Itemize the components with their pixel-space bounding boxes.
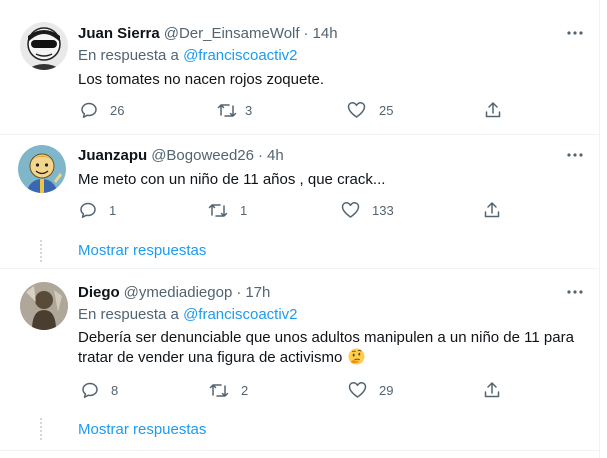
thread-line	[40, 240, 42, 262]
like-button[interactable]: 25	[347, 100, 393, 120]
reply-handle[interactable]: @franciscoactiv2	[183, 47, 297, 64]
more-icon[interactable]	[566, 146, 584, 164]
like-count: 25	[379, 102, 394, 118]
retweet-button[interactable]: 3	[217, 100, 252, 120]
tweet-text: Debería ser denunciable que unos adultos…	[78, 328, 578, 368]
dot-separator: ·	[236, 283, 242, 301]
reply-button[interactable]: 26	[80, 100, 124, 120]
retweet-count: 3	[245, 102, 253, 118]
retweet-count: 2	[241, 382, 249, 398]
divider	[0, 134, 600, 135]
divider	[0, 268, 600, 269]
tweet-time[interactable]: 14h	[313, 25, 338, 42]
reply-context: En respuesta a @franciscoactiv2	[78, 306, 298, 323]
show-replies-link[interactable]: Mostrar respuestas	[78, 242, 206, 259]
like-count: 29	[379, 382, 394, 398]
user-name[interactable]: Juan Sierra	[78, 25, 160, 42]
tweet-text-line: Debería ser denunciable que unos adultos…	[78, 329, 574, 346]
share-icon	[485, 102, 501, 118]
reply-icon	[80, 202, 96, 218]
tweet-text: Los tomates no nacen rojos zoquete.	[78, 71, 324, 88]
column-border	[599, 0, 600, 458]
like-count: 133	[372, 202, 394, 218]
user-name[interactable]: Diego	[78, 284, 120, 301]
like-button[interactable]: 133	[341, 200, 394, 220]
share-button[interactable]	[483, 200, 501, 220]
avatar[interactable]	[20, 22, 68, 70]
like-icon	[341, 202, 360, 218]
share-icon	[484, 202, 500, 218]
retweet-button[interactable]: 2	[209, 380, 248, 400]
reply-prefix: En respuesta a	[78, 306, 179, 323]
tweet-header: Juanzapu @Bogoweed26 · 4h	[78, 145, 284, 165]
reply-context: En respuesta a @franciscoactiv2	[78, 47, 298, 64]
user-name[interactable]: Juanzapu	[78, 147, 147, 164]
avatar[interactable]	[18, 145, 66, 193]
tweet-time[interactable]: 17h	[245, 284, 270, 301]
reply-handle[interactable]: @franciscoactiv2	[183, 306, 297, 323]
share-icon	[484, 382, 500, 398]
dot-separator: ·	[303, 24, 309, 42]
retweet-icon	[209, 384, 229, 397]
share-button[interactable]	[483, 380, 501, 400]
thread-line	[40, 418, 42, 440]
reply-prefix: En respuesta a	[78, 47, 179, 64]
retweet-icon	[208, 204, 228, 217]
share-button[interactable]	[484, 100, 502, 120]
retweet-icon	[217, 104, 237, 117]
thinking-emoji	[348, 348, 366, 365]
tweet-text-line-wrap: tratar de vender una figura de activismo	[78, 348, 578, 368]
user-handle[interactable]: @ymediadiegop	[124, 284, 233, 301]
dot-separator: ·	[258, 146, 263, 164]
like-icon	[347, 102, 366, 118]
reply-icon	[81, 102, 97, 118]
show-replies-link[interactable]: Mostrar respuestas	[78, 421, 206, 438]
reply-count: 8	[111, 382, 119, 398]
reply-count: 26	[110, 102, 125, 118]
tweet-header: Juan Sierra @Der_EinsameWolf · 14h	[78, 23, 338, 43]
like-button[interactable]: 29	[348, 380, 393, 400]
more-icon[interactable]	[566, 283, 584, 301]
avatar[interactable]	[20, 282, 68, 330]
like-icon	[348, 382, 367, 398]
reply-button[interactable]: 1	[79, 200, 116, 220]
user-handle[interactable]: @Bogoweed26	[151, 147, 254, 164]
user-handle[interactable]: @Der_EinsameWolf	[164, 25, 300, 42]
reply-count: 1	[109, 202, 117, 218]
retweet-count: 1	[240, 202, 248, 218]
more-icon[interactable]	[566, 24, 584, 42]
tweet-time[interactable]: 4h	[267, 147, 284, 164]
tweet-text-line: tratar de vender una figura de activismo	[78, 349, 343, 366]
reply-icon	[82, 382, 98, 398]
tweet-header: Diego @ymediadiegop · 17h	[78, 282, 270, 302]
divider	[0, 450, 600, 451]
retweet-button[interactable]: 1	[208, 200, 247, 220]
tweet-text: Me meto con un niño de 11 años , que cra…	[78, 171, 386, 188]
reply-button[interactable]: 8	[81, 380, 118, 400]
